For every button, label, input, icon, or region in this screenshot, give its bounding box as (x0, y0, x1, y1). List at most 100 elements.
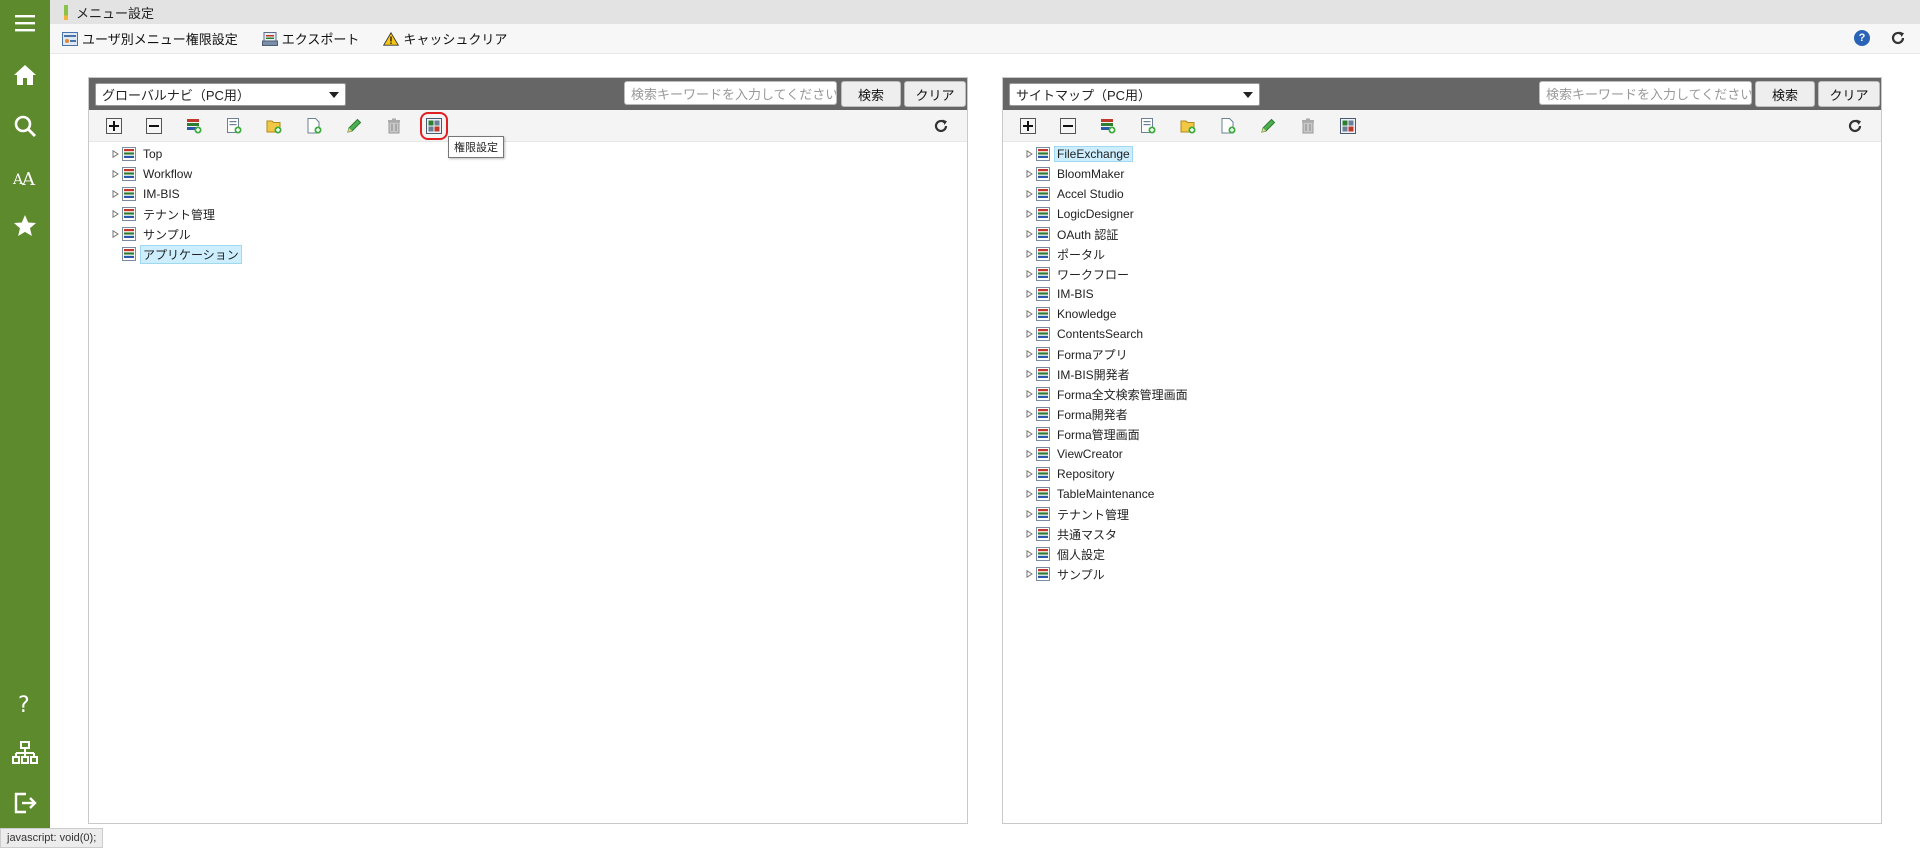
tree-node-label[interactable]: ContentsSearch (1054, 326, 1146, 342)
search-button[interactable]: 検索 (841, 81, 901, 107)
expand-arrow-icon[interactable] (1025, 210, 1033, 218)
tree-node-label[interactable]: ポータル (1054, 245, 1108, 264)
tree-node[interactable]: Forma開発者 (1025, 404, 1191, 424)
tree-refresh-icon[interactable] (1847, 118, 1863, 134)
add-menu-item-icon[interactable] (1139, 117, 1157, 135)
tree-node[interactable]: IM-BIS (111, 184, 242, 204)
logout-icon[interactable] (0, 783, 50, 823)
collapse-all-icon[interactable] (1059, 117, 1077, 135)
tree-node[interactable]: LogicDesigner (1025, 204, 1191, 224)
tree-node[interactable]: ポータル (1025, 244, 1191, 264)
expand-arrow-icon[interactable] (1025, 350, 1033, 358)
tree-node-label[interactable]: Formaアプリ (1054, 345, 1131, 364)
expand-arrow-icon[interactable] (1025, 170, 1033, 178)
cache-clear-button[interactable]: キャッシュクリア (383, 29, 507, 48)
tree-node[interactable]: 個人設定 (1025, 544, 1191, 564)
tree-node[interactable]: IM-BIS開発者 (1025, 364, 1191, 384)
add-page-icon[interactable] (305, 117, 323, 135)
tree-node-label[interactable]: Forma開発者 (1054, 405, 1131, 424)
expand-arrow-icon[interactable] (1025, 270, 1033, 278)
tree-node-label[interactable]: ワークフロー (1054, 265, 1132, 284)
tree-node[interactable]: Workflow (111, 164, 242, 184)
expand-arrow-icon[interactable] (1025, 550, 1033, 558)
tree-node-label[interactable]: IM-BIS (1054, 286, 1097, 302)
tree-node-label[interactable]: IM-BIS開発者 (1054, 365, 1133, 384)
expand-arrow-icon[interactable] (1025, 250, 1033, 258)
clear-button[interactable]: クリア (1818, 81, 1880, 107)
add-menu-group-icon[interactable] (185, 117, 203, 135)
tree-node[interactable]: Forma全文検索管理画面 (1025, 384, 1191, 404)
expand-arrow-icon[interactable] (1025, 510, 1033, 518)
tree-node-label[interactable]: テナント管理 (140, 205, 218, 224)
tree-node[interactable]: IM-BIS (1025, 284, 1191, 304)
tree-node[interactable]: Repository (1025, 464, 1191, 484)
expand-all-icon[interactable] (105, 117, 123, 135)
tree-node-label[interactable]: FileExchange (1054, 146, 1133, 162)
expand-arrow-icon[interactable] (1025, 190, 1033, 198)
tree-node-label[interactable]: Repository (1054, 466, 1117, 482)
export-button[interactable]: エクスポート (261, 29, 359, 48)
tree-node[interactable]: アプリケーション (111, 244, 242, 264)
expand-arrow-icon[interactable] (111, 150, 119, 158)
expand-arrow-icon[interactable] (1025, 230, 1033, 238)
tree-node-label[interactable]: Top (140, 146, 165, 162)
expand-arrow-icon[interactable] (1025, 570, 1033, 578)
expand-arrow-icon[interactable] (1025, 450, 1033, 458)
expand-arrow-icon[interactable] (111, 190, 119, 198)
tree-node[interactable]: BloomMaker (1025, 164, 1191, 184)
tree-node[interactable]: Formaアプリ (1025, 344, 1191, 364)
tree-node-label[interactable]: Knowledge (1054, 306, 1119, 322)
tree-node-label[interactable]: サンプル (1054, 565, 1108, 584)
expand-arrow-icon[interactable] (1025, 390, 1033, 398)
font-icon[interactable]: AA (0, 157, 50, 197)
expand-arrow-icon[interactable] (1025, 470, 1033, 478)
expand-arrow-icon[interactable] (111, 170, 119, 178)
expand-arrow-icon[interactable] (1025, 310, 1033, 318)
add-menu-group-icon[interactable] (1099, 117, 1117, 135)
tree-node-label[interactable]: Workflow (140, 166, 195, 182)
expand-arrow-icon[interactable] (111, 230, 119, 238)
tree-node[interactable]: テナント管理 (111, 204, 242, 224)
tree-node-label[interactable]: ViewCreator (1054, 446, 1126, 462)
tree-node[interactable]: Top (111, 144, 242, 164)
search-button[interactable]: 検索 (1755, 81, 1815, 107)
add-folder-icon[interactable] (265, 117, 283, 135)
help-icon[interactable]: ? (0, 683, 50, 723)
tree-node[interactable]: Accel Studio (1025, 184, 1191, 204)
tree-refresh-icon[interactable] (933, 118, 949, 134)
edit-icon[interactable] (345, 117, 363, 135)
tree-node[interactable]: TableMaintenance (1025, 484, 1191, 504)
tree-node-label[interactable]: LogicDesigner (1054, 206, 1137, 222)
menu-type-select[interactable]: グローバルナビ（PC用） (95, 83, 346, 106)
tree-node-label[interactable]: Accel Studio (1054, 186, 1127, 202)
add-page-icon[interactable] (1219, 117, 1237, 135)
user-menu-auth-button[interactable]: ユーザ別メニュー権限設定 (62, 29, 238, 48)
expand-arrow-icon[interactable] (1025, 150, 1033, 158)
refresh-icon[interactable] (1890, 30, 1906, 46)
expand-arrow-icon[interactable] (111, 210, 119, 218)
tree-node[interactable]: テナント管理 (1025, 504, 1191, 524)
star-icon[interactable] (0, 206, 50, 246)
expand-all-icon[interactable] (1019, 117, 1037, 135)
tree-node-label[interactable]: Forma管理画面 (1054, 425, 1143, 444)
tree-node[interactable]: OAuth 認証 (1025, 224, 1191, 244)
delete-icon[interactable] (1299, 117, 1317, 135)
tree-node[interactable]: ViewCreator (1025, 444, 1191, 464)
add-folder-icon[interactable] (1179, 117, 1197, 135)
delete-icon[interactable] (385, 117, 403, 135)
authority-settings-icon[interactable] (1339, 117, 1357, 135)
tree-node-label[interactable]: テナント管理 (1054, 505, 1132, 524)
sitemap-type-select[interactable]: サイトマップ（PC用） (1009, 83, 1260, 106)
tree-node[interactable]: Forma管理画面 (1025, 424, 1191, 444)
edit-icon[interactable] (1259, 117, 1277, 135)
tree-node[interactable]: ContentsSearch (1025, 324, 1191, 344)
tree-node-label[interactable]: Forma全文検索管理画面 (1054, 385, 1191, 404)
tree-node-label[interactable]: サンプル (140, 225, 194, 244)
expand-arrow-icon[interactable] (1025, 290, 1033, 298)
sitemap-icon[interactable] (0, 733, 50, 773)
tree-node[interactable]: サンプル (111, 224, 242, 244)
expand-arrow-icon[interactable] (1025, 490, 1033, 498)
expand-arrow-icon[interactable] (1025, 330, 1033, 338)
add-menu-item-icon[interactable] (225, 117, 243, 135)
tree-node-label[interactable]: 共通マスタ (1054, 525, 1120, 544)
